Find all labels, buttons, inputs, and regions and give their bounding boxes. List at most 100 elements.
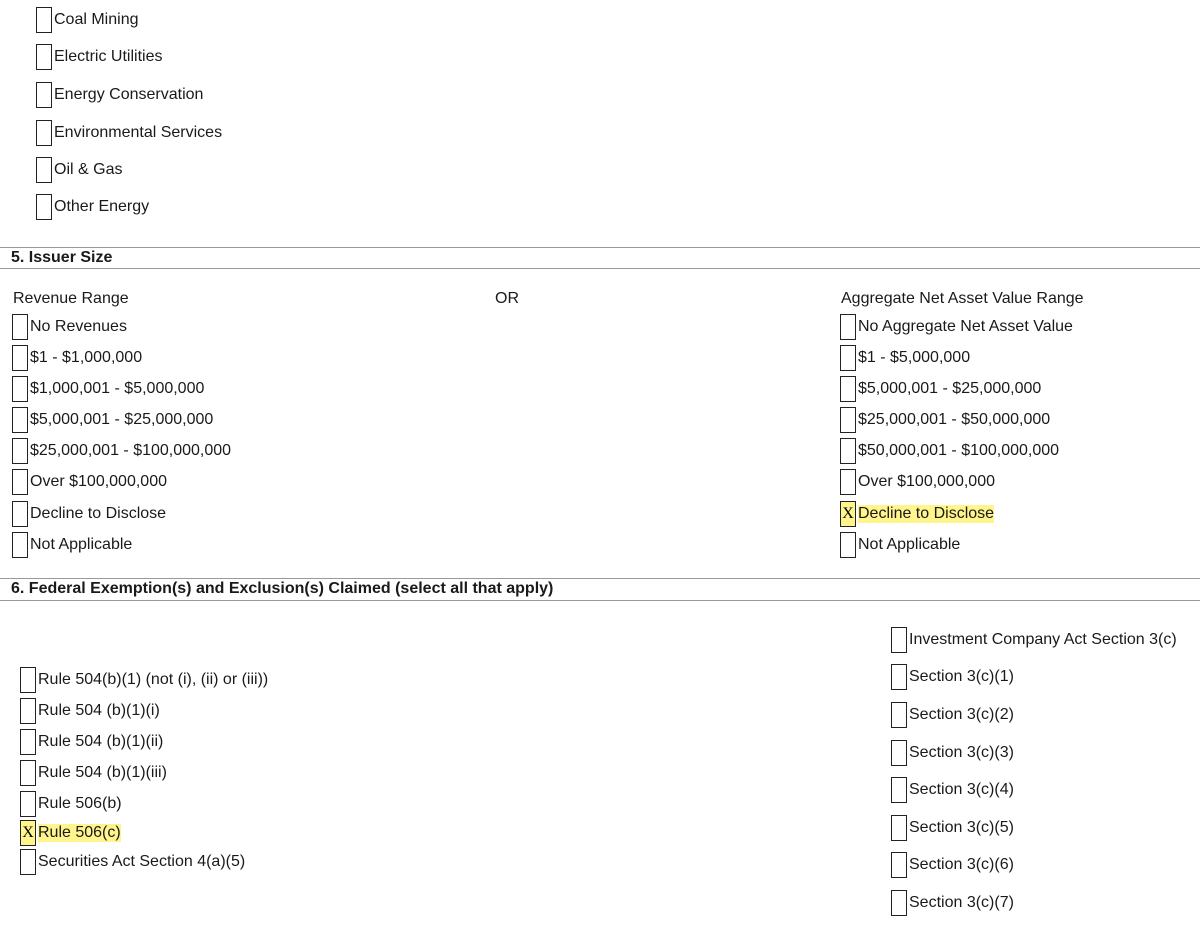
option-label: Section 3(c)(6): [909, 856, 1014, 873]
industry-option-electric-utilities[interactable]: Electric Utilities: [36, 44, 162, 70]
revenue-option[interactable]: $1 - $1,000,000: [12, 345, 142, 371]
checkbox[interactable]: [891, 627, 907, 653]
checkbox[interactable]: [891, 777, 907, 803]
exemption-option[interactable]: Section 3(c)(2): [891, 702, 1014, 728]
exemption-option[interactable]: Section 3(c)(5): [891, 815, 1014, 841]
checkbox[interactable]: [12, 376, 28, 402]
checkbox[interactable]: [840, 314, 856, 340]
option-label: $25,000,001 - $100,000,000: [30, 442, 232, 459]
checkbox-checked[interactable]: X: [20, 820, 36, 846]
checkbox[interactable]: [840, 532, 856, 558]
nav-option[interactable]: $50,000,001 - $100,000,000: [840, 438, 1059, 464]
option-label: Section 3(c)(5): [909, 819, 1014, 836]
checkbox[interactable]: [891, 740, 907, 766]
checkbox[interactable]: [840, 438, 856, 464]
checkbox[interactable]: [12, 407, 28, 433]
exemption-option[interactable]: Securities Act Section 4(a)(5): [20, 849, 245, 875]
checkbox[interactable]: [20, 791, 36, 817]
checkbox[interactable]: [36, 7, 52, 33]
checkbox[interactable]: [891, 890, 907, 916]
nav-option[interactable]: No Aggregate Net Asset Value: [840, 314, 1073, 340]
exemption-option-rule-506c-selected[interactable]: X Rule 506(c): [20, 820, 121, 846]
or-separator: OR: [495, 290, 519, 307]
industry-option-coal-mining[interactable]: Coal Mining: [36, 7, 138, 33]
checkbox[interactable]: [891, 664, 907, 690]
revenue-option[interactable]: Over $100,000,000: [12, 469, 167, 495]
checkbox[interactable]: [12, 345, 28, 371]
checkbox[interactable]: [840, 345, 856, 371]
exemption-option[interactable]: Section 3(c)(4): [891, 777, 1014, 803]
checkbox[interactable]: [20, 667, 36, 693]
option-label: $5,000,001 - $25,000,000: [30, 411, 214, 428]
checkbox[interactable]: [20, 760, 36, 786]
industry-option-oil-gas[interactable]: Oil & Gas: [36, 157, 122, 183]
checkbox[interactable]: [891, 815, 907, 841]
industry-option-environmental-services[interactable]: Environmental Services: [36, 120, 222, 146]
nav-option-decline-selected[interactable]: X Decline to Disclose: [840, 501, 995, 527]
exemption-option[interactable]: Rule 504 (b)(1)(iii): [20, 760, 167, 786]
nav-option[interactable]: Over $100,000,000: [840, 469, 995, 495]
option-label: $5,000,001 - $25,000,000: [858, 380, 1042, 397]
nav-option[interactable]: $1 - $5,000,000: [840, 345, 970, 371]
checkbox[interactable]: [840, 469, 856, 495]
option-label: Section 3(c)(7): [909, 894, 1014, 911]
checkbox[interactable]: [20, 698, 36, 724]
nav-option[interactable]: Not Applicable: [840, 532, 960, 558]
section-divider-bottom: [0, 600, 1200, 601]
nav-option[interactable]: $25,000,001 - $50,000,000: [840, 407, 1050, 433]
checkbox[interactable]: [12, 469, 28, 495]
revenue-option[interactable]: $25,000,001 - $100,000,000: [12, 438, 231, 464]
option-label: Section 3(c)(2): [909, 706, 1014, 723]
section-title-issuer-size: 5. Issuer Size: [11, 249, 113, 266]
section-title-exemptions: 6. Federal Exemption(s) and Exclusion(s)…: [11, 580, 554, 597]
checkbox[interactable]: [840, 376, 856, 402]
option-label: $1 - $1,000,000: [30, 349, 143, 366]
option-label: $1 - $5,000,000: [858, 349, 971, 366]
section-divider-bottom: [0, 268, 1200, 269]
checkbox[interactable]: [36, 44, 52, 70]
revenue-option[interactable]: $5,000,001 - $25,000,000: [12, 407, 213, 433]
exemption-option[interactable]: Rule 506(b): [20, 791, 122, 817]
exemption-option[interactable]: Rule 504 (b)(1)(i): [20, 698, 160, 724]
checkbox[interactable]: [891, 702, 907, 728]
checkbox[interactable]: [20, 849, 36, 875]
checkbox[interactable]: [891, 852, 907, 878]
checkbox[interactable]: [20, 729, 36, 755]
checkbox[interactable]: [12, 532, 28, 558]
option-label: Section 3(c)(1): [909, 668, 1014, 685]
checkbox[interactable]: [36, 157, 52, 183]
revenue-option[interactable]: Decline to Disclose: [12, 501, 166, 527]
option-label: Over $100,000,000: [858, 473, 995, 490]
checkbox-checked[interactable]: X: [840, 501, 856, 527]
exemption-option[interactable]: Rule 504(b)(1) (not (i), (ii) or (iii)): [20, 667, 268, 693]
section-divider-top: [0, 247, 1200, 248]
option-label: Energy Conservation: [54, 86, 204, 103]
industry-option-energy-conservation[interactable]: Energy Conservation: [36, 82, 203, 108]
checkbox[interactable]: [840, 407, 856, 433]
revenue-option[interactable]: No Revenues: [12, 314, 127, 340]
option-label: Rule 504 (b)(1)(iii): [38, 764, 167, 781]
exemption-option[interactable]: Section 3(c)(7): [891, 890, 1014, 916]
exemption-option[interactable]: Section 3(c)(6): [891, 852, 1014, 878]
option-label: $1,000,001 - $5,000,000: [30, 380, 205, 397]
exemption-option[interactable]: Section 3(c)(3): [891, 740, 1014, 766]
option-label: Section 3(c)(4): [909, 781, 1014, 798]
option-label: Decline to Disclose: [30, 505, 167, 522]
nav-option[interactable]: $5,000,001 - $25,000,000: [840, 376, 1041, 402]
exemption-option[interactable]: Rule 504 (b)(1)(ii): [20, 729, 163, 755]
checkbox[interactable]: [36, 194, 52, 220]
option-label: Rule 504 (b)(1)(i): [38, 702, 160, 719]
checkbox[interactable]: [12, 438, 28, 464]
checkbox[interactable]: [36, 82, 52, 108]
checkbox[interactable]: [36, 120, 52, 146]
exemption-option[interactable]: Section 3(c)(1): [891, 664, 1014, 690]
exemption-option[interactable]: Investment Company Act Section 3(c): [891, 627, 1177, 653]
revenue-option[interactable]: Not Applicable: [12, 532, 132, 558]
option-label: Not Applicable: [30, 536, 133, 553]
option-label: Coal Mining: [54, 11, 139, 28]
industry-option-other-energy[interactable]: Other Energy: [36, 194, 149, 220]
option-label: Investment Company Act Section 3(c): [909, 631, 1177, 648]
checkbox[interactable]: [12, 501, 28, 527]
checkbox[interactable]: [12, 314, 28, 340]
revenue-option[interactable]: $1,000,001 - $5,000,000: [12, 376, 204, 402]
